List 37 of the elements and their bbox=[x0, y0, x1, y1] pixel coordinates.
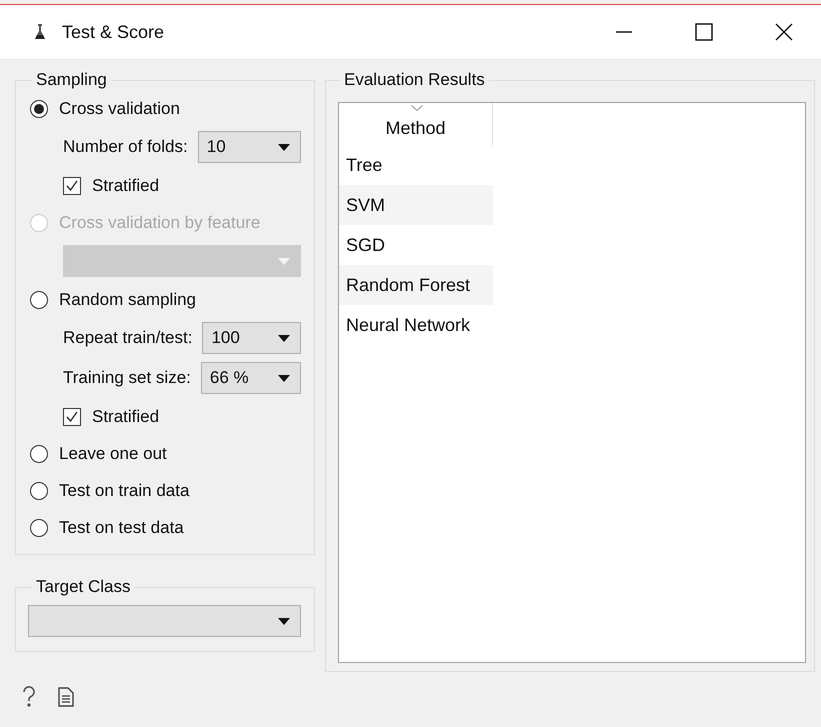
table-cell-text: SGD bbox=[345, 234, 386, 256]
radio-button[interactable]: Cross validation bbox=[30, 90, 301, 127]
sort-indicator-icon bbox=[411, 105, 423, 111]
table-cell-text: Tree bbox=[345, 154, 384, 176]
minimize-icon bbox=[615, 31, 633, 33]
dropdown[interactable]: 66 % bbox=[200, 362, 301, 394]
checkmark-icon bbox=[65, 410, 79, 424]
table-cell: SVM bbox=[339, 185, 493, 225]
dropdown[interactable]: 10 bbox=[198, 131, 301, 163]
caret-icon bbox=[278, 258, 290, 264]
caret-icon bbox=[278, 618, 290, 624]
checkbox[interactable]: Stratified bbox=[63, 167, 301, 204]
close-icon bbox=[775, 23, 793, 41]
maximize-icon bbox=[695, 23, 713, 41]
flask-icon bbox=[34, 23, 46, 41]
field-label: Number of folds: bbox=[63, 137, 188, 157]
caret-icon bbox=[278, 374, 290, 382]
radio-button[interactable]: Random sampling bbox=[30, 281, 301, 318]
document-icon[interactable] bbox=[58, 687, 74, 707]
group-title: Sampling bbox=[35, 70, 108, 90]
column-header[interactable]: Method bbox=[339, 103, 493, 145]
caret-icon bbox=[278, 144, 290, 150]
dropdown[interactable]: 100 bbox=[202, 322, 301, 354]
field-label: Repeat train/test: bbox=[63, 328, 192, 348]
radio-button[interactable]: Test on test data bbox=[30, 509, 301, 546]
field-label: Training set size: bbox=[63, 368, 191, 388]
checkmark-icon bbox=[65, 178, 79, 192]
group-title: Evaluation Results bbox=[343, 70, 486, 90]
radio-button[interactable]: Leave one out bbox=[30, 435, 301, 472]
group-title: Target Class bbox=[35, 577, 132, 597]
checkbox[interactable]: Stratified bbox=[63, 398, 301, 435]
help-icon[interactable] bbox=[22, 686, 36, 708]
table-cell-text: Neural Network bbox=[345, 314, 472, 336]
table-cell: Random Forest bbox=[339, 265, 493, 305]
caret-icon bbox=[278, 334, 290, 342]
radio-button[interactable]: Test on train data bbox=[30, 472, 301, 509]
window-title: Test & Score bbox=[62, 22, 164, 42]
